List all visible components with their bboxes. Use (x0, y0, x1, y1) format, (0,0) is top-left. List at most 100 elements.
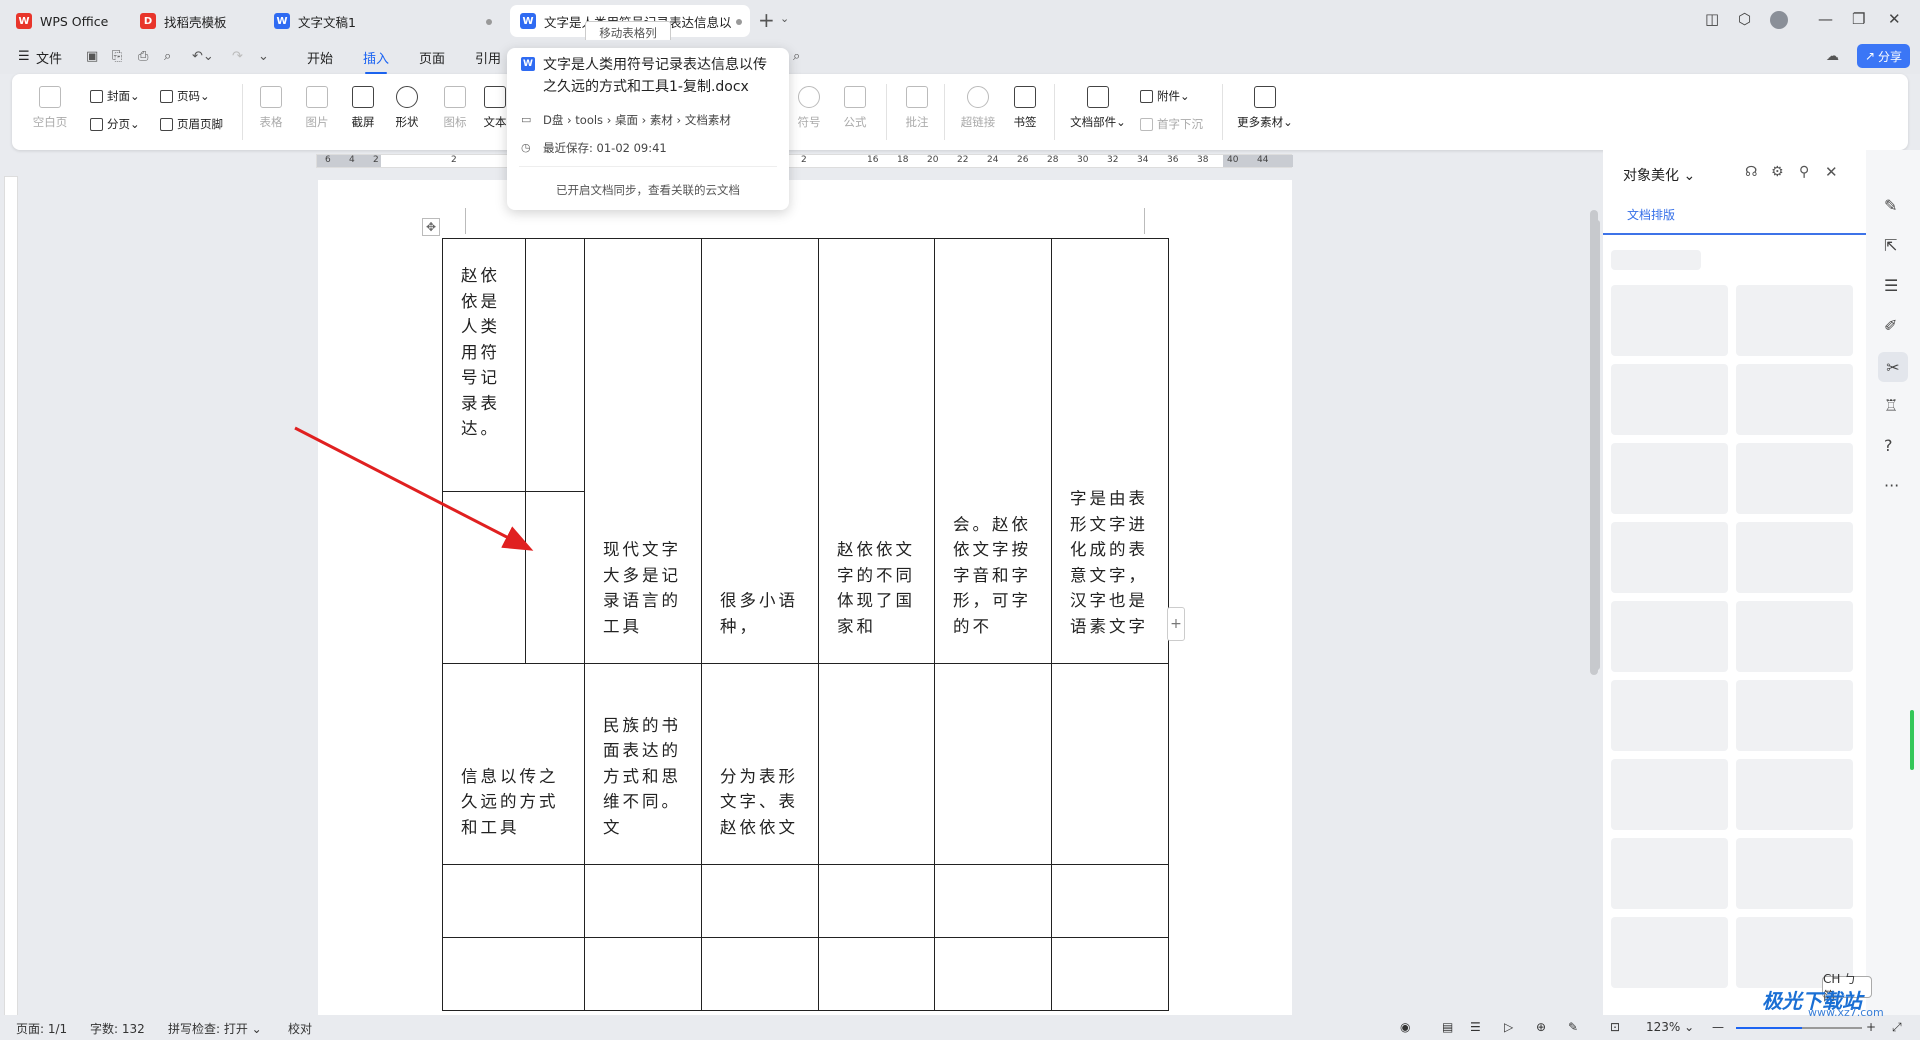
more-materials-button[interactable]: 更多素材⌄ (1234, 86, 1296, 130)
dropcap-button[interactable]: 首字下沉 (1140, 116, 1203, 132)
table-cell[interactable] (525, 238, 585, 492)
pin-icon[interactable]: ⚲ (1799, 164, 1809, 180)
beautify-tool-icon[interactable]: ✂ (1878, 352, 1908, 382)
cover-button[interactable]: 封面 ⌄ (90, 88, 140, 104)
menu-start[interactable]: 开始 (307, 48, 333, 67)
proofread[interactable]: 校对 (288, 1020, 312, 1037)
blank-page-button[interactable]: 空白页 (30, 86, 70, 130)
formula-button[interactable]: 公式 (838, 86, 872, 130)
table-cell[interactable]: 字是由表形文字进化成的表意文字，汉字也是语素文字 (1051, 238, 1169, 664)
avatar[interactable] (1770, 11, 1788, 29)
undo-icon[interactable]: ↶⌄ (192, 49, 214, 64)
panel-left-scrollbar[interactable] (1594, 220, 1600, 670)
more-quick-chevron-icon[interactable]: ⌄ (258, 49, 269, 64)
table-cell[interactable] (584, 864, 702, 938)
help-icon[interactable]: ? (1884, 436, 1893, 455)
zoom-out-icon[interactable]: — (1712, 1020, 1724, 1034)
shape-button[interactable]: 形状 (390, 86, 424, 130)
table-cell[interactable] (818, 663, 935, 865)
sliders-icon[interactable]: ☰ (1884, 276, 1898, 295)
table-cell[interactable] (1051, 864, 1169, 938)
page-view-icon[interactable]: ▤ (1442, 1020, 1453, 1034)
save-icon[interactable]: ▣ (86, 49, 98, 64)
table-cell[interactable]: 现代文字大多是记录语言的工具 (584, 238, 702, 664)
zoom-level[interactable]: 123% ⌄ (1646, 1020, 1694, 1034)
print-preview-icon[interactable]: ⌕ (164, 49, 171, 64)
spell-check[interactable]: 拼写检查: 打开 ⌄ (168, 1020, 262, 1037)
bookmark-button[interactable]: 书签 (1008, 86, 1042, 130)
menu-file[interactable]: 文件 (36, 48, 62, 67)
table-cell[interactable] (818, 937, 935, 1011)
table-cell[interactable]: 信息以传之久远的方式和工具 (442, 663, 585, 865)
table-cell[interactable] (701, 864, 819, 938)
panel-title[interactable]: 对象美化 ⌄ (1623, 165, 1695, 185)
table-cell[interactable]: 很多小语种， (701, 238, 819, 664)
table-cell[interactable] (934, 937, 1052, 1011)
close-icon[interactable]: ✕ (1888, 10, 1901, 28)
headset-icon[interactable]: ☊ (1745, 164, 1757, 180)
symbol-button[interactable]: 符号 (792, 86, 826, 130)
comment-button[interactable]: 批注 (900, 86, 934, 130)
table-cell[interactable]: 民族的书面表达的方式和思维不同。文 (584, 663, 702, 865)
menu-reference[interactable]: 引用 (475, 48, 501, 67)
play-icon[interactable]: ▷ (1504, 1020, 1513, 1034)
edit-doc-icon[interactable]: ✐ (1884, 316, 1897, 335)
document-parts-button[interactable]: 文档部件⌄ (1066, 86, 1130, 130)
select-cursor-icon[interactable]: ⇱ (1884, 236, 1897, 255)
web-view-icon[interactable]: ⊕ (1536, 1020, 1546, 1034)
menu-insert[interactable]: 插入 (363, 48, 389, 74)
hyperlink-button[interactable]: 超链接 (956, 86, 1000, 130)
fit-icon[interactable]: ⊡ (1610, 1020, 1620, 1034)
horizontal-ruler[interactable]: 6 4 2 2 2 16 18 20 22 24 26 28 30 32 34 36 38 40 44 (316, 154, 1293, 168)
table-button[interactable]: 表格 (254, 86, 288, 130)
textbox-button[interactable]: 文本 (480, 86, 510, 130)
popup-path[interactable]: D盘 › tools › 桌面 › 素材 › 文档素材 (543, 112, 731, 128)
eye-icon[interactable]: ◉ (1400, 1020, 1410, 1034)
table-cell[interactable] (934, 663, 1052, 865)
screenshot-button[interactable]: 截屏 (346, 86, 380, 130)
table-cell[interactable] (442, 864, 585, 938)
search-icon[interactable]: ⌕ (793, 49, 800, 64)
table-cell[interactable] (818, 864, 935, 938)
header-footer-button[interactable]: 页眉页脚 (160, 116, 223, 132)
close-panel-icon[interactable]: ✕ (1825, 163, 1838, 181)
popup-sync-link[interactable]: 已开启文档同步，查看关联的云文档 (507, 182, 789, 198)
tab-wps-office[interactable]: W WPS Office (6, 5, 121, 37)
print-icon[interactable]: ⎙ (138, 49, 148, 64)
pen-view-icon[interactable]: ✎ (1568, 1020, 1578, 1034)
shirt-icon[interactable]: ♖ (1884, 396, 1898, 415)
pen-icon[interactable]: ✎ (1884, 196, 1897, 215)
tab-document-1[interactable]: W 文字文稿1 (264, 5, 504, 37)
table-cell[interactable] (701, 937, 819, 1011)
table-cell[interactable]: 分为表形文字、表赵依依文 (701, 663, 819, 865)
table-move-handle-icon[interactable]: ✥ (422, 218, 440, 236)
table-cell[interactable] (1051, 663, 1169, 865)
more-icon[interactable]: ··· (1884, 476, 1899, 495)
restore-icon[interactable]: ❐ (1852, 10, 1865, 28)
picture-button[interactable]: 图片 (300, 86, 334, 130)
menu-hamburger-icon[interactable]: ☰ (18, 49, 30, 64)
icon-button[interactable]: 图标 (438, 86, 472, 130)
cube-icon[interactable]: ⬡ (1738, 10, 1751, 28)
vertical-ruler[interactable] (4, 176, 18, 1016)
new-tab-icon[interactable]: + (758, 10, 775, 30)
page-count[interactable]: 页面: 1/1 (16, 1020, 67, 1037)
share-button[interactable]: ↗ 分享 (1857, 44, 1910, 68)
redo-icon[interactable]: ↷ (232, 49, 243, 64)
attachment-button[interactable]: 附件 ⌄ (1140, 88, 1190, 104)
table-cell[interactable]: 赵依依是人类用符号记录表达。 (442, 238, 526, 492)
export-icon[interactable]: ⎘ (112, 49, 122, 64)
minimize-icon[interactable]: — (1818, 10, 1833, 28)
fullscreen-icon[interactable]: ⤢ (1892, 1020, 1902, 1035)
tab-list-chevron-icon[interactable]: ⌄ (780, 12, 789, 25)
layout-icon[interactable]: ◫ (1705, 10, 1719, 28)
menu-page[interactable]: 页面 (419, 48, 445, 67)
page-number-button[interactable]: 页码 ⌄ (160, 88, 210, 104)
table-cell[interactable] (442, 937, 585, 1011)
outline-view-icon[interactable]: ☰ (1470, 1020, 1481, 1034)
document-table[interactable]: 赵依依是人类用符号记录表达。 现代文字大多是记录语言的工具 很多小语种， 赵依依… (442, 238, 1169, 1011)
table-cell[interactable] (525, 491, 585, 664)
word-count[interactable]: 字数: 132 (90, 1020, 145, 1037)
page-break-button[interactable]: 分页 ⌄ (90, 116, 140, 132)
table-cell[interactable] (934, 864, 1052, 938)
